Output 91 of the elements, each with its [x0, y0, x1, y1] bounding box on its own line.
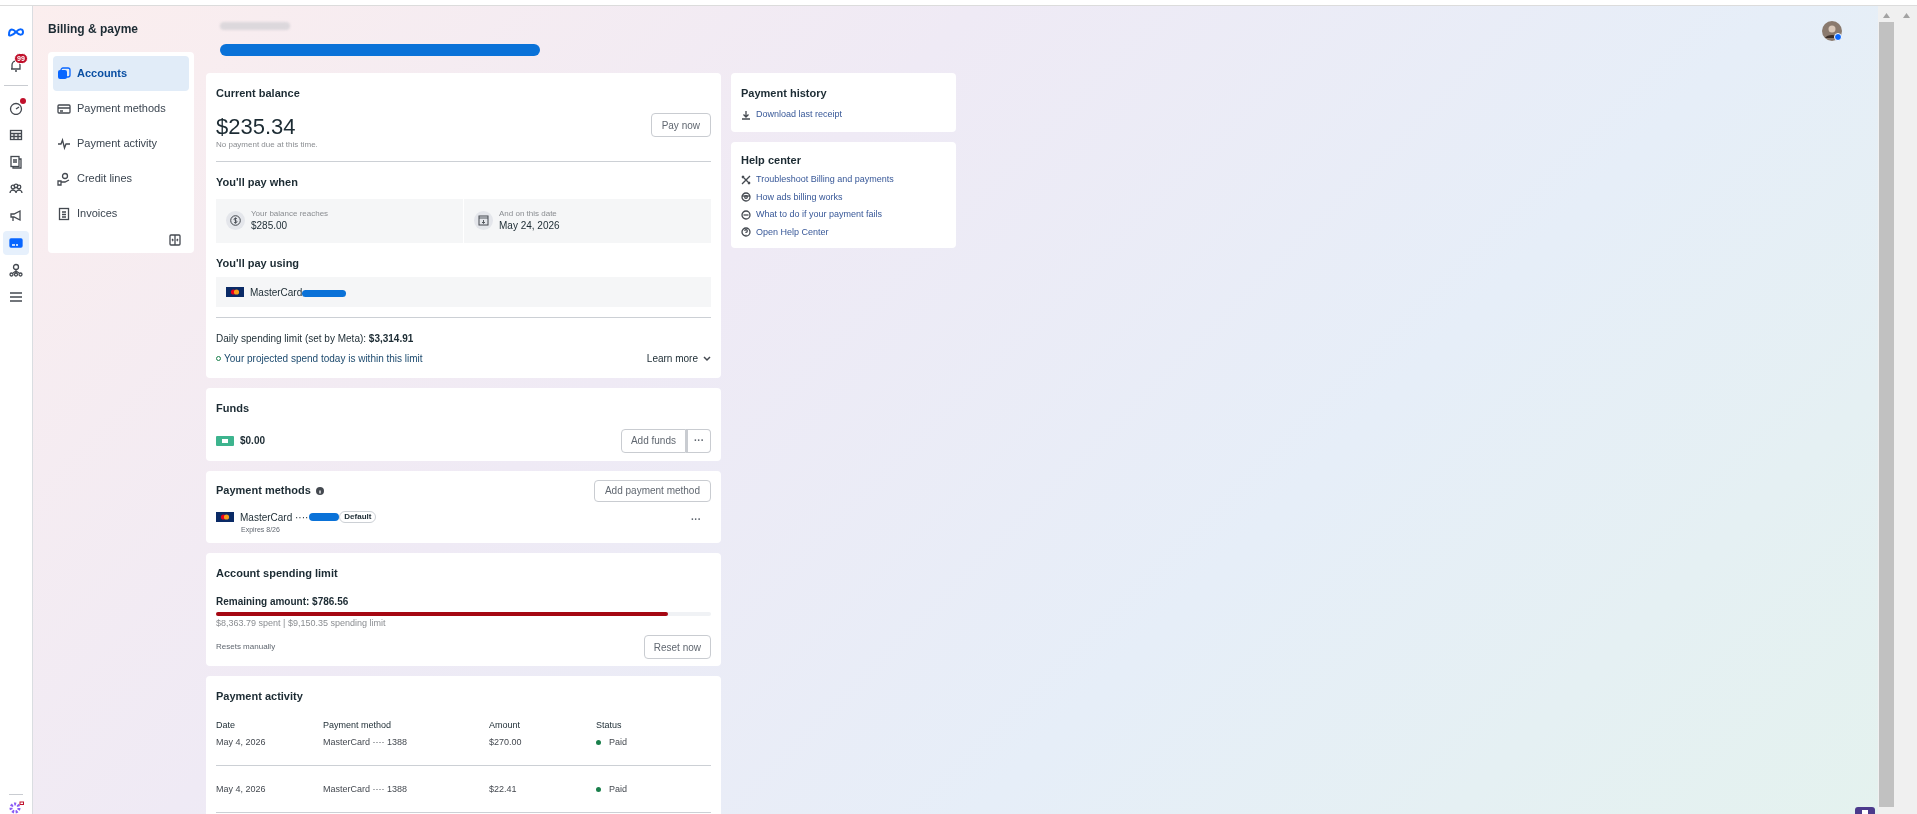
help-link[interactable]: Open Help Center [741, 225, 946, 239]
info-icon [315, 486, 324, 495]
table-cell-text: $22.41 [489, 782, 518, 796]
invoice-icon [57, 206, 71, 221]
megaphone-icon [9, 208, 23, 223]
hand-coin-icon [57, 171, 71, 186]
daily-limit-text: Daily spending limit (set by Meta): $3,314.91 [216, 332, 415, 346]
add-payment-method-button[interactable]: Add payment method [593, 479, 711, 502]
status-text: Paid [609, 735, 627, 749]
projection-text: Your projected spend today is within this limit [224, 352, 423, 366]
card-name: MasterCard [250, 285, 303, 300]
blurred-text [220, 22, 290, 30]
accounts-icon [57, 66, 71, 81]
table-icon [9, 127, 23, 142]
learn-more-button[interactable]: Learn more [646, 351, 711, 366]
help-link[interactable]: How ads billing works [741, 190, 946, 204]
table-cell-text: $270.00 [489, 735, 523, 749]
help-link[interactable]: Download last receipt [741, 108, 946, 122]
avatar-icon[interactable] [1822, 21, 1842, 41]
document-icon [9, 154, 23, 169]
redaction-mark [302, 289, 347, 297]
credit-card-icon [9, 235, 23, 250]
bell-icon[interactable] [9, 59, 23, 73]
scrollbar[interactable] [1878, 6, 1895, 814]
reset-now-button[interactable]: Reset now [643, 635, 711, 659]
remaining-amount: Remaining amount: $786.56 [216, 594, 350, 609]
threshold-label: And on this date [499, 209, 558, 219]
card-title: You'll pay using [216, 255, 301, 271]
status-text: Paid [609, 782, 627, 796]
network-icon [9, 262, 23, 277]
sidebar-item[interactable]: Accounts [53, 56, 189, 91]
scroll-up-icon [1883, 13, 1890, 18]
pulse-icon [57, 136, 71, 151]
calendar-icon [478, 215, 489, 226]
wallet-icon [216, 435, 234, 446]
threshold-label: Your balance reaches [251, 209, 329, 219]
card-title: Payment methods [216, 483, 311, 499]
table-cell-text: May 4, 2026 [216, 735, 267, 749]
credit-card-icon [57, 101, 71, 116]
flower-icon [8, 801, 24, 814]
collapse-panel-icon[interactable] [169, 234, 181, 246]
card-title: Help center [741, 152, 802, 168]
help-link[interactable]: Troubleshoot Billing and payments [741, 173, 946, 187]
table-cell-text: MasterCard ···· 1388 [323, 782, 409, 796]
sidebar-item[interactable]: Payment methods [53, 91, 189, 126]
sidebar-item[interactable]: Payment activity [53, 126, 189, 161]
sidebar-item[interactable]: Invoices [53, 196, 189, 231]
tools-icon [741, 174, 751, 185]
mastercard-icon [216, 511, 234, 522]
dollar-icon [230, 215, 241, 226]
scroll-up-icon [1902, 13, 1910, 18]
table-cell-text: MasterCard ···· 1388 [323, 735, 409, 749]
card-title: Payment activity [216, 689, 304, 704]
balance-note: No payment due at this time. [216, 139, 318, 151]
chevron-down-icon [703, 355, 711, 362]
more-options-button[interactable]: ··· [686, 428, 711, 453]
column-header: Payment method [323, 718, 393, 732]
redaction-mark [309, 513, 340, 521]
minus-circle-icon [741, 209, 751, 220]
more-options-button[interactable]: ··· [691, 511, 701, 527]
sidebar-item[interactable]: Credit lines [53, 161, 189, 196]
people-icon [9, 181, 23, 196]
spending-summary: $8,363.79 spent | $9,150.35 spending limit [216, 616, 387, 630]
page-title: Billing & payme [48, 21, 140, 38]
threshold-value: May 24, 2026 [499, 219, 560, 232]
card-name: MasterCard ···· [240, 510, 309, 525]
meta-logo-icon [7, 27, 25, 37]
pay-now-button[interactable]: Pay now [650, 113, 711, 137]
balance-amount: $235.34 [216, 115, 297, 139]
scrollbar[interactable] [1895, 6, 1917, 814]
menu-icon [9, 289, 23, 304]
mastercard-icon [226, 287, 244, 297]
card-title: You'll pay when [216, 175, 299, 190]
card-title: Current balance [216, 85, 301, 101]
rail-credit-card-button[interactable] [3, 230, 29, 255]
table-cell-text: May 4, 2026 [216, 782, 267, 796]
card-title: Funds [216, 401, 250, 416]
help-link[interactable]: What to do if your payment fails [741, 208, 946, 222]
add-funds-button[interactable]: Add funds [620, 428, 686, 453]
funds-amount: $0.00 [240, 434, 266, 448]
card-title: Account spending limit [216, 566, 339, 581]
column-header: Status [596, 718, 623, 732]
speedometer-icon [9, 100, 23, 115]
steering-wheel-icon [741, 192, 751, 203]
reset-note: Resets manually [216, 641, 276, 653]
download-icon [741, 109, 751, 120]
threshold-value: $285.00 [251, 219, 289, 232]
card-title: Payment history [741, 85, 828, 101]
column-header: Date [216, 718, 236, 732]
question-icon [741, 227, 751, 238]
column-header: Amount [489, 718, 522, 732]
